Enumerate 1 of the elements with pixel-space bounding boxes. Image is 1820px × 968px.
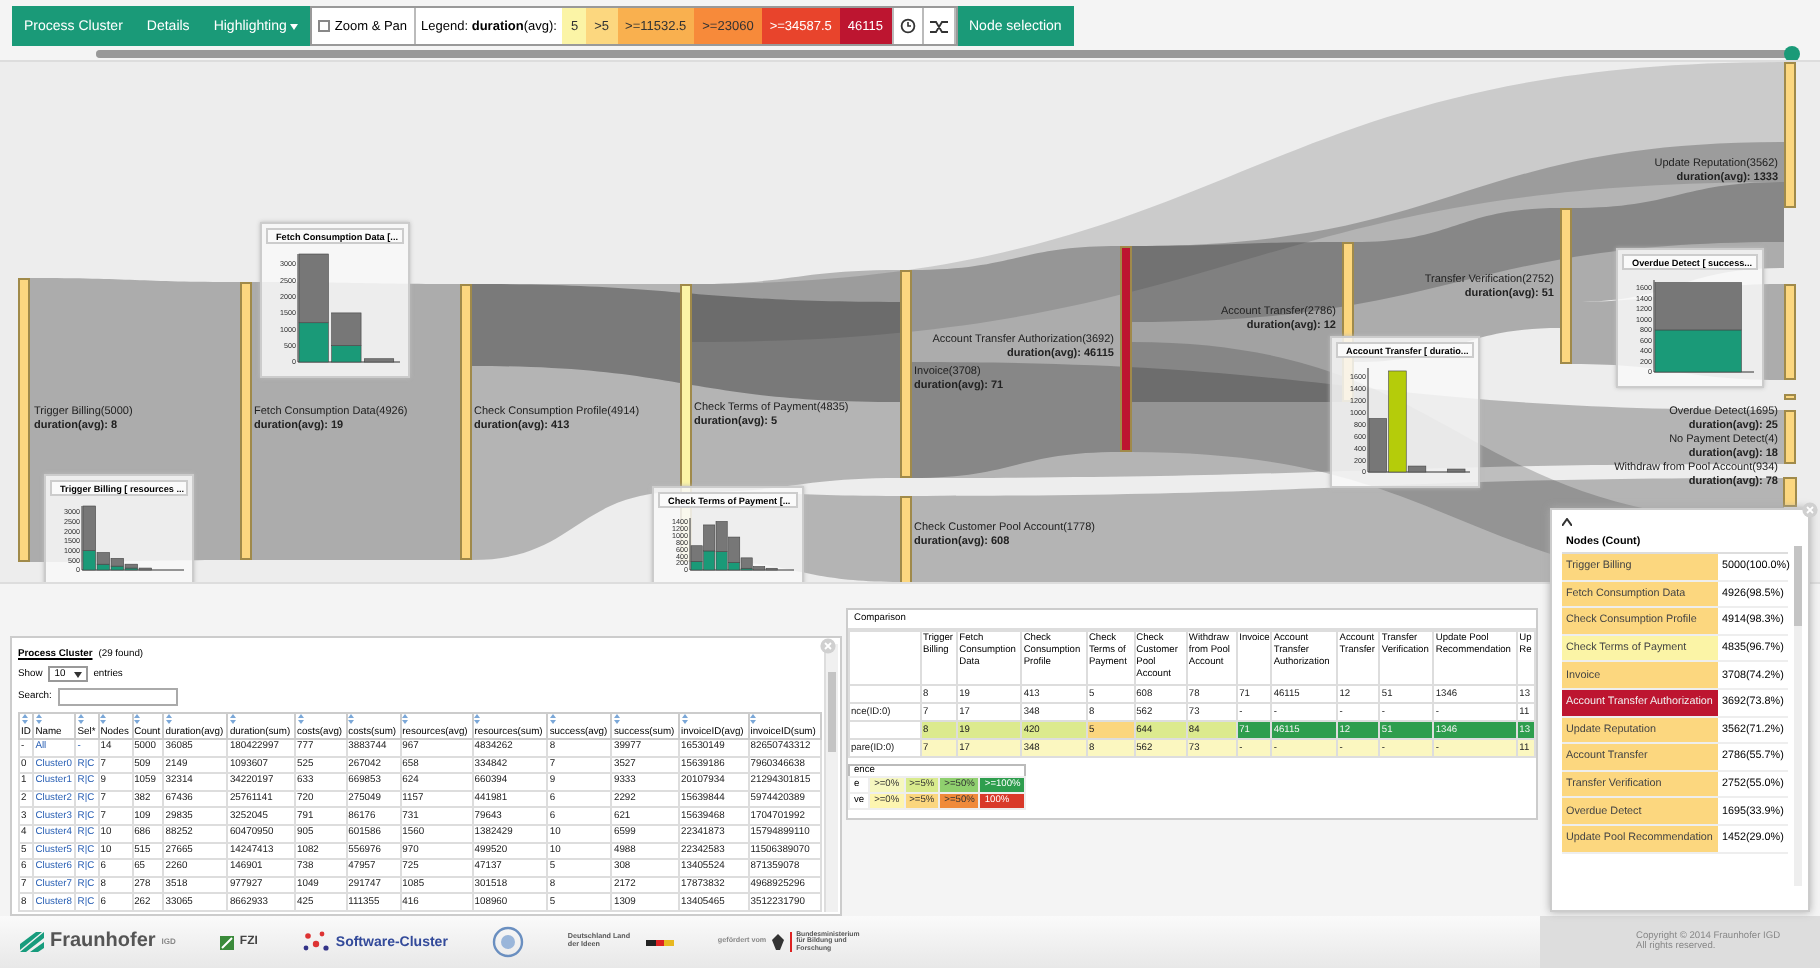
logo-text: Fraunhofer	[50, 932, 156, 952]
